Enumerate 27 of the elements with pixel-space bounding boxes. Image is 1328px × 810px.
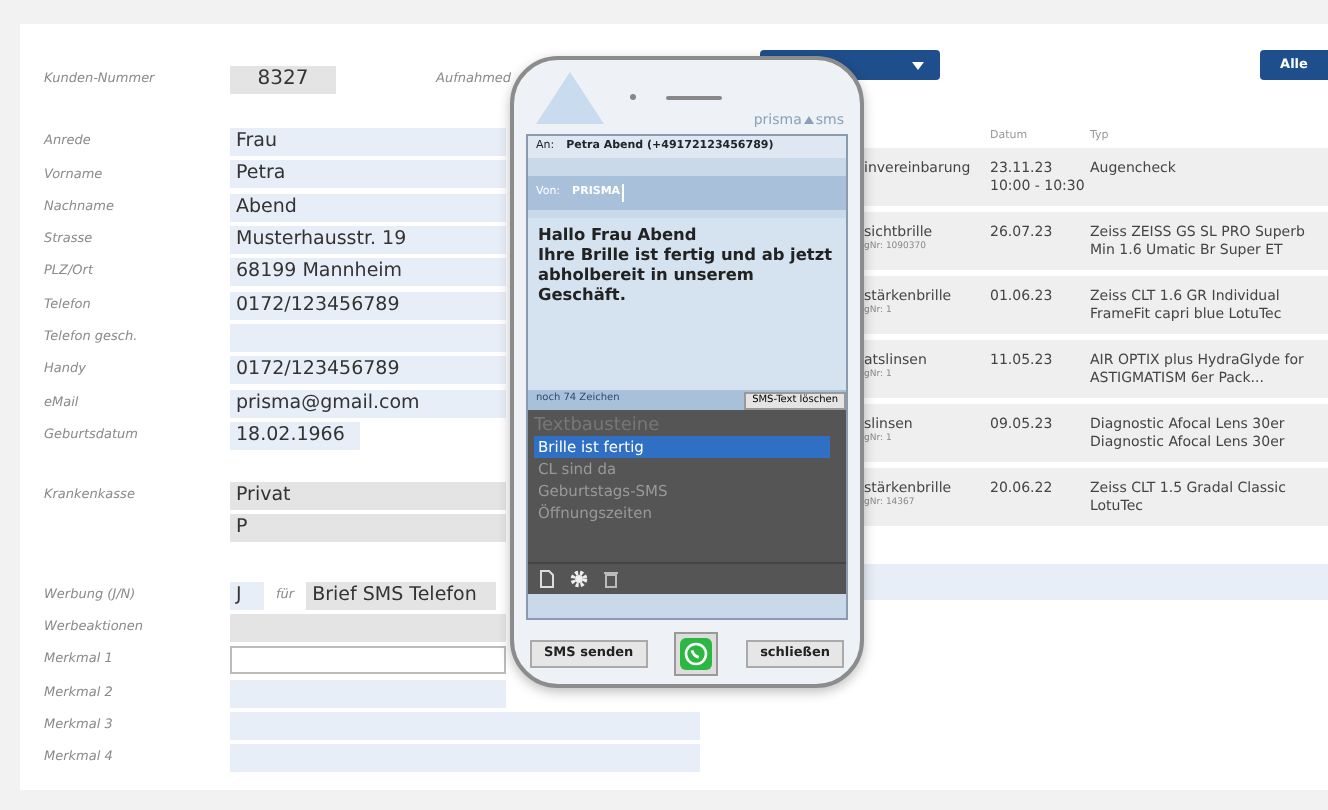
input-field[interactable] [230,646,506,675]
input-field[interactable] [230,323,506,352]
input-field[interactable]: 0172/123456789 [230,356,506,385]
input-field[interactable]: Frau [230,128,506,157]
gear-icon[interactable] [570,570,588,588]
chat-icon [680,638,713,670]
file-icon[interactable] [540,570,554,588]
input-field[interactable]: 68199 Mannheim [230,258,506,287]
input-field[interactable]: Musterhausstr. 19 [230,226,506,255]
caret-icon [912,61,924,69]
message-field[interactable]: Hallo Frau Abend Ihre Brille ist fertig und ab jetzt abholbereit in unserem Geschäft. [528,218,846,390]
input-field[interactable]: 18.02.1966 [230,421,360,450]
logo-icon [536,72,604,124]
input-field[interactable] [230,614,506,642]
input-field[interactable]: 0172/123456789 [230,291,506,320]
input-field[interactable]: Petra [230,160,506,189]
camera-icon [630,94,636,100]
channels-field[interactable]: Brief SMS Telefon [306,581,497,610]
input-field[interactable]: P [230,514,506,543]
input-field[interactable]: prisma@gmail.com [230,389,506,418]
input-field[interactable]: J [230,581,264,610]
whatsapp-button[interactable] [674,632,719,676]
input-field[interactable]: Abend [230,193,506,222]
customer-number-field: 8327 [230,66,336,94]
input-field[interactable]: Privat [230,482,506,511]
trash-icon[interactable] [604,570,618,588]
triangle-icon [803,116,814,125]
